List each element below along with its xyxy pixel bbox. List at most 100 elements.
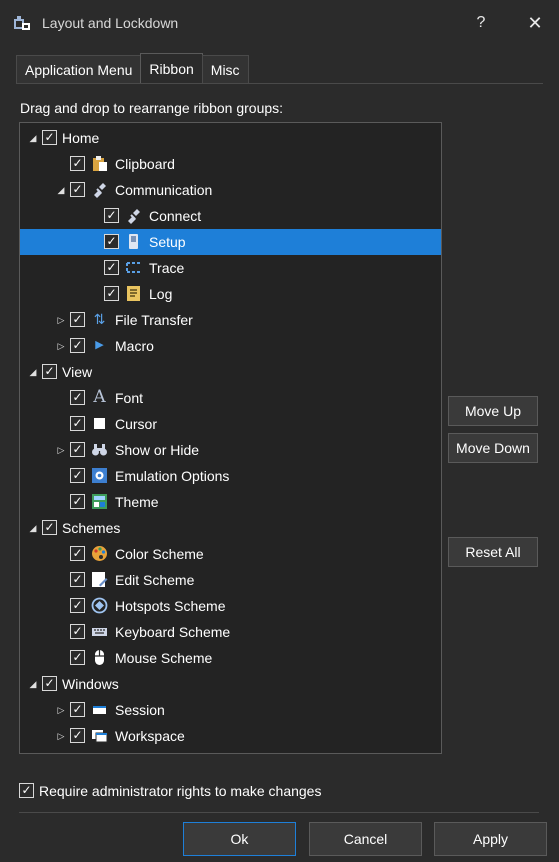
tree-item-label: Color Scheme (115, 546, 204, 562)
checkbox[interactable]: ✓ (70, 182, 85, 197)
tree-item-hotspots-scheme[interactable]: ✓ Hotspots Scheme (20, 593, 441, 619)
require-admin-checkbox[interactable]: ✓ (19, 783, 34, 798)
tree-item-label: File Transfer (115, 312, 193, 328)
tree-item-mouse-scheme[interactable]: ✓ Mouse Scheme (20, 645, 441, 671)
close-button[interactable]: ✕ (523, 11, 547, 35)
tree-item-clipboard[interactable]: ✓ Clipboard (20, 151, 441, 177)
tab-misc[interactable]: Misc (201, 55, 249, 83)
instruction-text: Drag and drop to rearrange ribbon groups… (20, 100, 284, 116)
checkbox[interactable]: ✓ (104, 234, 119, 249)
tree-item-label: Theme (115, 494, 159, 510)
tree-item-session[interactable]: ▷ ✓ Session (20, 697, 441, 723)
collapse-arrow-icon[interactable]: ◢ (26, 125, 40, 151)
checkbox[interactable]: ✓ (42, 676, 57, 691)
apply-button[interactable]: Apply (434, 822, 547, 856)
tree-item-file-transfer[interactable]: ▷ ✓ ⇅ File Transfer (20, 307, 441, 333)
tree-item-view[interactable]: ◢ ✓ View (20, 359, 441, 385)
checkbox[interactable]: ✓ (42, 520, 57, 535)
collapse-arrow-icon[interactable]: ◢ (26, 671, 40, 697)
move-up-button[interactable]: Move Up (448, 396, 538, 426)
tree-item-edit-scheme[interactable]: ✓ Edit Scheme (20, 567, 441, 593)
tree-item-label: Trace (149, 260, 185, 276)
tree-item-label: Windows (62, 676, 119, 692)
transfer-icon: ⇅ (93, 311, 106, 327)
collapse-arrow-icon[interactable]: ◢ (54, 177, 68, 203)
checkbox[interactable]: ✓ (70, 494, 85, 509)
checkbox[interactable]: ✓ (104, 208, 119, 223)
tree-item-label: Schemes (62, 520, 121, 536)
checkbox[interactable]: ✓ (70, 156, 85, 171)
cancel-button[interactable]: Cancel (309, 822, 422, 856)
ribbon-groups-tree[interactable]: ◢ ✓ Home ✓ Clipboard ◢ ✓ Communication ✓… (19, 122, 442, 754)
checkbox[interactable]: ✓ (70, 728, 85, 743)
binoculars-icon (91, 441, 108, 458)
checkbox[interactable]: ✓ (42, 364, 57, 379)
move-down-button[interactable]: Move Down (448, 433, 538, 463)
emulation-icon (91, 467, 108, 484)
tree-item-emulation-options[interactable]: ✓ Emulation Options (20, 463, 441, 489)
tree-item-workspace[interactable]: ▷ ✓ Workspace (20, 723, 441, 749)
expand-arrow-icon[interactable]: ▷ (54, 723, 68, 749)
title-bar: Layout and Lockdown ? ✕ (0, 0, 559, 46)
collapse-arrow-icon[interactable]: ◢ (26, 359, 40, 385)
tree-item-font[interactable]: ✓ A Font (20, 385, 441, 411)
tree-item-theme[interactable]: ✓ Theme (20, 489, 441, 515)
tab-ribbon[interactable]: Ribbon (140, 53, 203, 83)
checkbox[interactable]: ✓ (70, 598, 85, 613)
tree-item-log[interactable]: ✓ Log (20, 281, 441, 307)
tree-item-cursor[interactable]: ✓ Cursor (20, 411, 441, 437)
tree-item-label: Edit Scheme (115, 572, 195, 588)
collapse-arrow-icon[interactable]: ◢ (26, 515, 40, 541)
tree-item-keyboard-scheme[interactable]: ✓ Keyboard Scheme (20, 619, 441, 645)
checkbox[interactable]: ✓ (70, 312, 85, 327)
tab-strip: Application Menu Ribbon Misc (16, 53, 249, 83)
ok-button[interactable]: Ok (183, 822, 296, 856)
tree-item-windows[interactable]: ◢ ✓ Windows (20, 671, 441, 697)
session-icon (91, 701, 108, 718)
tree-item-trace[interactable]: ✓ Trace (20, 255, 441, 281)
tree-item-schemes[interactable]: ◢ ✓ Schemes (20, 515, 441, 541)
tree-item-label: Log (149, 286, 173, 302)
tree-item-label: Keyboard Scheme (115, 624, 231, 640)
checkbox[interactable]: ✓ (104, 286, 119, 301)
edit-icon (91, 571, 108, 588)
checkbox[interactable]: ✓ (104, 260, 119, 275)
checkbox[interactable]: ✓ (70, 390, 85, 405)
checkbox[interactable]: ✓ (70, 624, 85, 639)
reset-all-button[interactable]: Reset All (448, 537, 538, 567)
tree-item-communication[interactable]: ◢ ✓ Communication (20, 177, 441, 203)
checkbox[interactable]: ✓ (70, 572, 85, 587)
expand-arrow-icon[interactable]: ▷ (54, 697, 68, 723)
expand-arrow-icon[interactable]: ▷ (54, 333, 68, 359)
checkbox[interactable]: ✓ (70, 416, 85, 431)
tree-item-label: View (62, 364, 93, 380)
tree-item-label: Macro (115, 338, 154, 354)
font-icon: A (93, 387, 106, 407)
checkbox[interactable]: ✓ (70, 650, 85, 665)
workspace-icon (91, 727, 108, 744)
checkbox[interactable]: ✓ (42, 130, 57, 145)
expand-arrow-icon[interactable]: ▷ (54, 307, 68, 333)
tree-item-color-scheme[interactable]: ✓ Color Scheme (20, 541, 441, 567)
tab-application-menu[interactable]: Application Menu (16, 55, 142, 83)
checkbox[interactable]: ✓ (70, 338, 85, 353)
tab-divider (16, 83, 543, 84)
tree-item-label: Show or Hide (115, 442, 200, 458)
tree-item-home[interactable]: ◢ ✓ Home (20, 125, 441, 151)
checkbox[interactable]: ✓ (70, 468, 85, 483)
tree-item-label: Font (115, 390, 144, 406)
tree-item-show-or-hide[interactable]: ▷ ✓ Show or Hide (20, 437, 441, 463)
expand-arrow-icon[interactable]: ▷ (54, 437, 68, 463)
tree-item-label: Session (115, 702, 165, 718)
checkbox[interactable]: ✓ (70, 442, 85, 457)
tree-item-setup[interactable]: ✓ Setup (20, 229, 441, 255)
tree-item-macro[interactable]: ▷ ✓ ▶ Macro (20, 333, 441, 359)
palette-icon (91, 545, 108, 562)
checkbox[interactable]: ✓ (70, 702, 85, 717)
trace-icon (125, 259, 142, 276)
tree-item-label: Home (62, 130, 100, 146)
plug-icon (91, 181, 108, 198)
help-button[interactable]: ? (469, 11, 493, 35)
checkbox[interactable]: ✓ (70, 546, 85, 561)
tree-item-connect[interactable]: ✓ Connect (20, 203, 441, 229)
